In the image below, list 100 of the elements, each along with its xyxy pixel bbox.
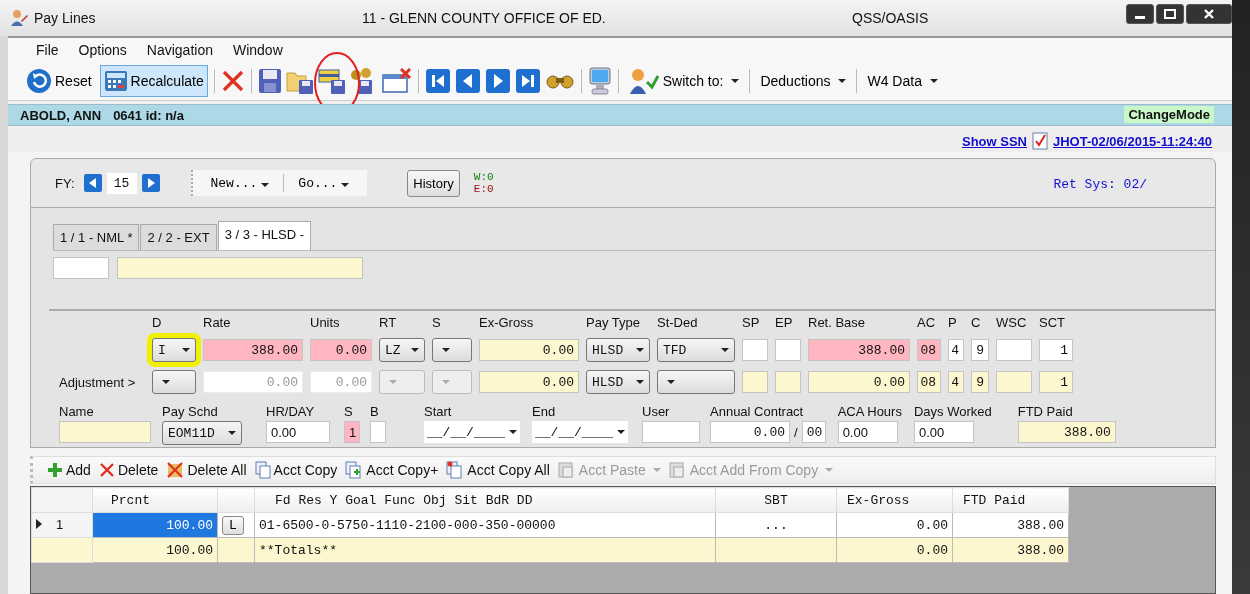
- date-picker[interactable]: __/__/____: [424, 421, 520, 443]
- show-ssn-link[interactable]: Show SSN: [962, 133, 1027, 149]
- input-field[interactable]: 0.00: [913, 421, 974, 443]
- switch-to-menu[interactable]: Switch to:: [624, 65, 744, 97]
- dropdown[interactable]: HLSD: [586, 370, 650, 394]
- dropdown[interactable]: EOM11D: [162, 421, 242, 445]
- input-field[interactable]: [117, 257, 363, 279]
- field-label: Days Worked: [913, 404, 992, 419]
- field-label: St-Ded: [657, 315, 699, 330]
- column-header: SBT: [715, 487, 837, 513]
- dropdown[interactable]: [657, 370, 735, 394]
- input-field[interactable]: [775, 339, 801, 361]
- input-field[interactable]: [59, 421, 151, 443]
- input-field[interactable]: 00: [801, 421, 826, 443]
- dropdown[interactable]: [432, 338, 472, 362]
- input-field[interactable]: [370, 421, 386, 443]
- input-field[interactable]: 0.00: [310, 339, 372, 361]
- reset-button[interactable]: Reset: [22, 65, 96, 97]
- previous-year-icon[interactable]: [82, 173, 103, 193]
- go-menu[interactable]: Go...: [294, 175, 354, 191]
- input-field[interactable]: 4: [948, 371, 964, 393]
- checked-document-icon: [1032, 132, 1048, 150]
- dropdown[interactable]: HLSD: [586, 338, 650, 362]
- caret-icon: [389, 380, 397, 384]
- next-year-icon[interactable]: [140, 173, 161, 193]
- history-button[interactable]: History: [407, 169, 460, 197]
- table-cell: **Totals**: [254, 537, 716, 563]
- computer-icon[interactable]: [587, 67, 612, 95]
- menu-item[interactable]: Navigation: [136, 42, 223, 58]
- input-field[interactable]: 9: [971, 371, 989, 393]
- input-field[interactable]: [996, 371, 1032, 393]
- window-title: Pay Lines: [34, 10, 96, 26]
- w4-data-menu[interactable]: W4 Data: [863, 65, 942, 97]
- caret-icon: [341, 182, 350, 187]
- toolbar-button[interactable]: Delete: [96, 462, 161, 478]
- field-label: Ret. Base: [808, 315, 867, 330]
- input-field[interactable]: 08: [917, 371, 941, 393]
- dropdown[interactable]: TFD: [657, 338, 735, 362]
- field-label: SCT: [1039, 315, 1066, 330]
- input-field[interactable]: [775, 371, 801, 393]
- input-field[interactable]: 4: [948, 339, 964, 361]
- toolbar-button[interactable]: Add: [45, 462, 93, 478]
- dropdown[interactable]: [152, 370, 196, 394]
- input-field[interactable]: [996, 339, 1032, 361]
- input-field[interactable]: 08: [917, 339, 941, 361]
- input-field[interactable]: [642, 421, 700, 443]
- previous-record-icon[interactable]: [454, 68, 481, 94]
- input-field[interactable]: 0.00: [710, 421, 790, 443]
- tab[interactable]: 2 / 2 - EXT: [140, 224, 217, 250]
- close-button[interactable]: [1186, 4, 1232, 24]
- input-field[interactable]: 0.00: [837, 421, 898, 443]
- card-floppy-icon[interactable]: [317, 67, 346, 95]
- fy-label: FY:: [55, 175, 75, 191]
- tab[interactable]: 3 / 3 - HLSD -: [217, 221, 312, 250]
- toolbar-button[interactable]: Acct Copy: [252, 461, 340, 479]
- caret-icon: [825, 468, 834, 472]
- recalculate-button[interactable]: Recalculate: [99, 65, 208, 97]
- toolbar-button[interactable]: Acct Copy All: [444, 461, 552, 479]
- warning-count: W:0: [473, 171, 494, 183]
- dropdown[interactable]: LZ: [379, 338, 425, 362]
- first-record-icon[interactable]: [424, 68, 451, 94]
- person-pencil-icon: [10, 9, 28, 27]
- deductions-menu[interactable]: Deductions: [756, 65, 851, 97]
- input-field[interactable]: 388.00: [203, 339, 303, 361]
- menu-item[interactable]: File: [26, 42, 69, 58]
- date-picker[interactable]: __/__/____: [532, 421, 628, 443]
- last-record-icon[interactable]: [514, 68, 541, 94]
- input-field[interactable]: 1: [1039, 339, 1073, 361]
- input-field[interactable]: 388.00: [808, 339, 910, 361]
- fiscal-year-field[interactable]: 15: [106, 172, 137, 194]
- toolbar-button[interactable]: Acct Copy+: [343, 461, 441, 479]
- menu-item[interactable]: Options: [68, 42, 137, 58]
- audit-link[interactable]: JHOT-02/06/2015-11:24:40: [1053, 133, 1212, 149]
- menu-item[interactable]: Window: [222, 42, 293, 58]
- input-field[interactable]: [742, 371, 768, 393]
- input-field[interactable]: 0.00: [479, 371, 579, 393]
- minimize-button[interactable]: [1126, 4, 1154, 24]
- input-field[interactable]: [742, 339, 768, 361]
- input-field[interactable]: 388.00: [1017, 421, 1116, 443]
- input-field[interactable]: 0.00: [808, 371, 910, 393]
- new-menu[interactable]: New...: [206, 175, 274, 191]
- caret-icon: [182, 348, 190, 352]
- delete-icon[interactable]: [220, 69, 245, 93]
- input-field[interactable]: 1: [344, 421, 360, 443]
- caret-icon: [261, 182, 270, 187]
- lookup-button[interactable]: L: [222, 515, 244, 535]
- refresh-icon: [26, 68, 52, 94]
- input-field[interactable]: 1: [1039, 371, 1073, 393]
- tab[interactable]: 1 / 1 - NML *: [53, 224, 140, 250]
- input-field[interactable]: 0.00: [266, 421, 330, 443]
- save-icon[interactable]: [257, 68, 282, 94]
- next-record-icon[interactable]: [484, 68, 511, 94]
- window-close-icon[interactable]: [381, 68, 412, 94]
- table-cell: 388.00: [952, 537, 1069, 563]
- input-field[interactable]: [53, 257, 109, 279]
- toolbar-button[interactable]: Delete All: [164, 461, 249, 479]
- caret-icon: [162, 380, 170, 384]
- input-field[interactable]: 0.00: [479, 339, 579, 361]
- maximize-button[interactable]: [1156, 4, 1184, 24]
- input-field[interactable]: 9: [971, 339, 989, 361]
